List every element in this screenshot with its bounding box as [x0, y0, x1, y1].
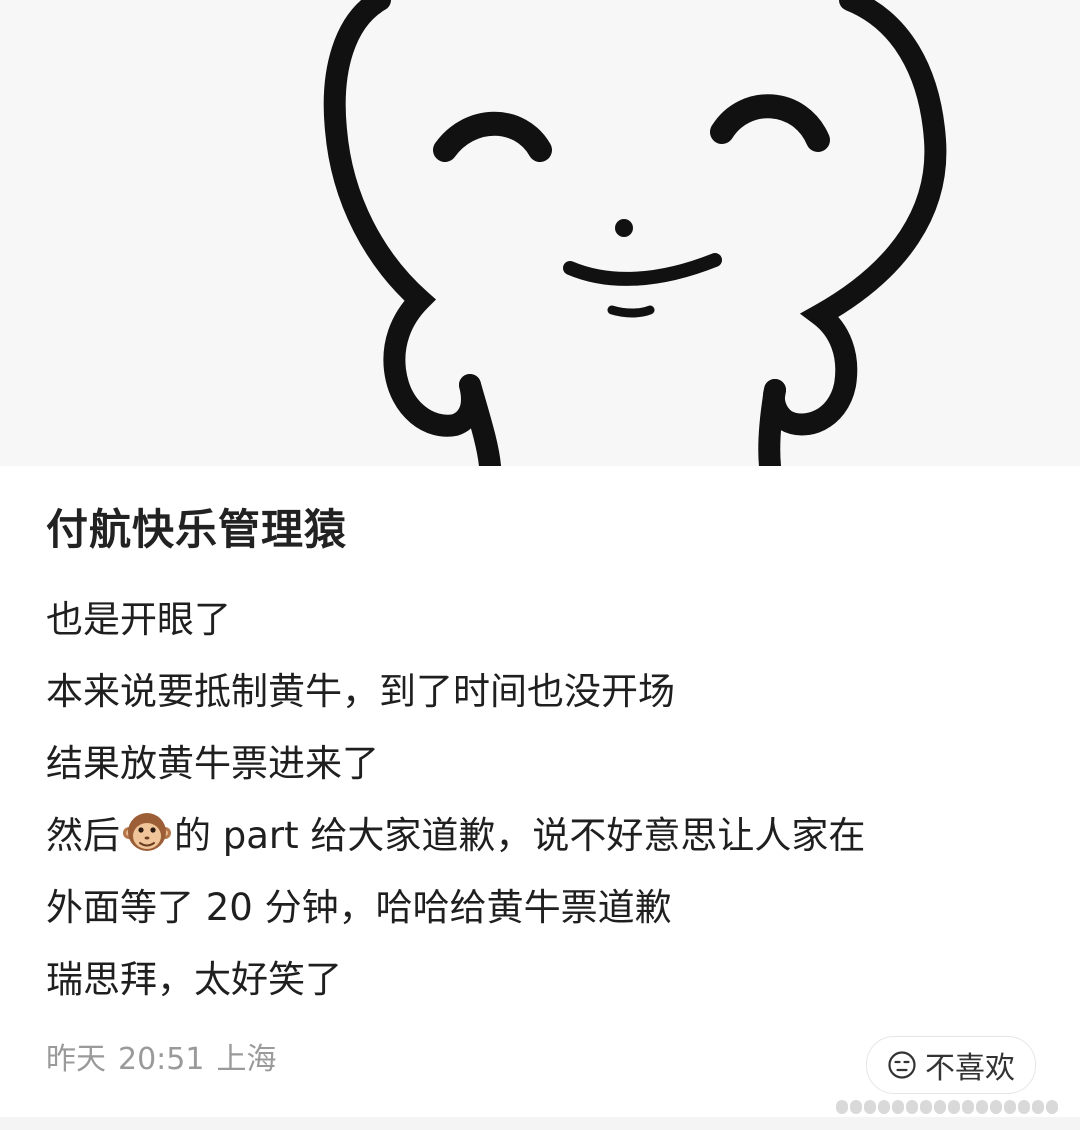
username[interactable]: 付航快乐管理猿	[46, 500, 347, 560]
post-time: 20:51	[118, 1042, 205, 1077]
content-line-6: 瑞思拜，太好笑了	[46, 958, 342, 1001]
dislike-label: 不喜欢	[925, 1051, 1015, 1086]
smiling-face-sticker-icon	[323, 0, 947, 466]
post-meta: 昨天 20:51 上海	[46, 1038, 276, 1082]
unamused-face-icon	[888, 1051, 916, 1079]
watermark	[836, 1100, 1072, 1116]
divider	[0, 1117, 1080, 1130]
content-line-4: 然后 的 part 给大家道歉，说不好意思让人家在	[46, 800, 1046, 872]
content-line-4-start: 然后	[46, 814, 120, 857]
content-line-5: 外面等了 20 分钟，哈哈给黄牛票道歉	[46, 886, 672, 929]
content-line-3: 结果放黄牛票进来了	[46, 742, 379, 785]
post-image[interactable]	[0, 0, 1080, 466]
dislike-button[interactable]: 不喜欢	[866, 1036, 1036, 1094]
content-line-4-end: 的 part 给大家道歉，说不好意思让人家在	[174, 814, 866, 857]
post-location[interactable]: 上海	[216, 1042, 276, 1077]
post-day: 昨天	[46, 1042, 106, 1077]
monkey-face-emoji-icon	[123, 813, 171, 851]
post-content: 也是开眼了 本来说要抵制黄牛，到了时间也没开场 结果放黄牛票进来了 然后 的 p…	[46, 584, 1046, 1016]
content-line-1: 也是开眼了	[46, 598, 231, 641]
content-line-2: 本来说要抵制黄牛，到了时间也没开场	[46, 670, 675, 713]
